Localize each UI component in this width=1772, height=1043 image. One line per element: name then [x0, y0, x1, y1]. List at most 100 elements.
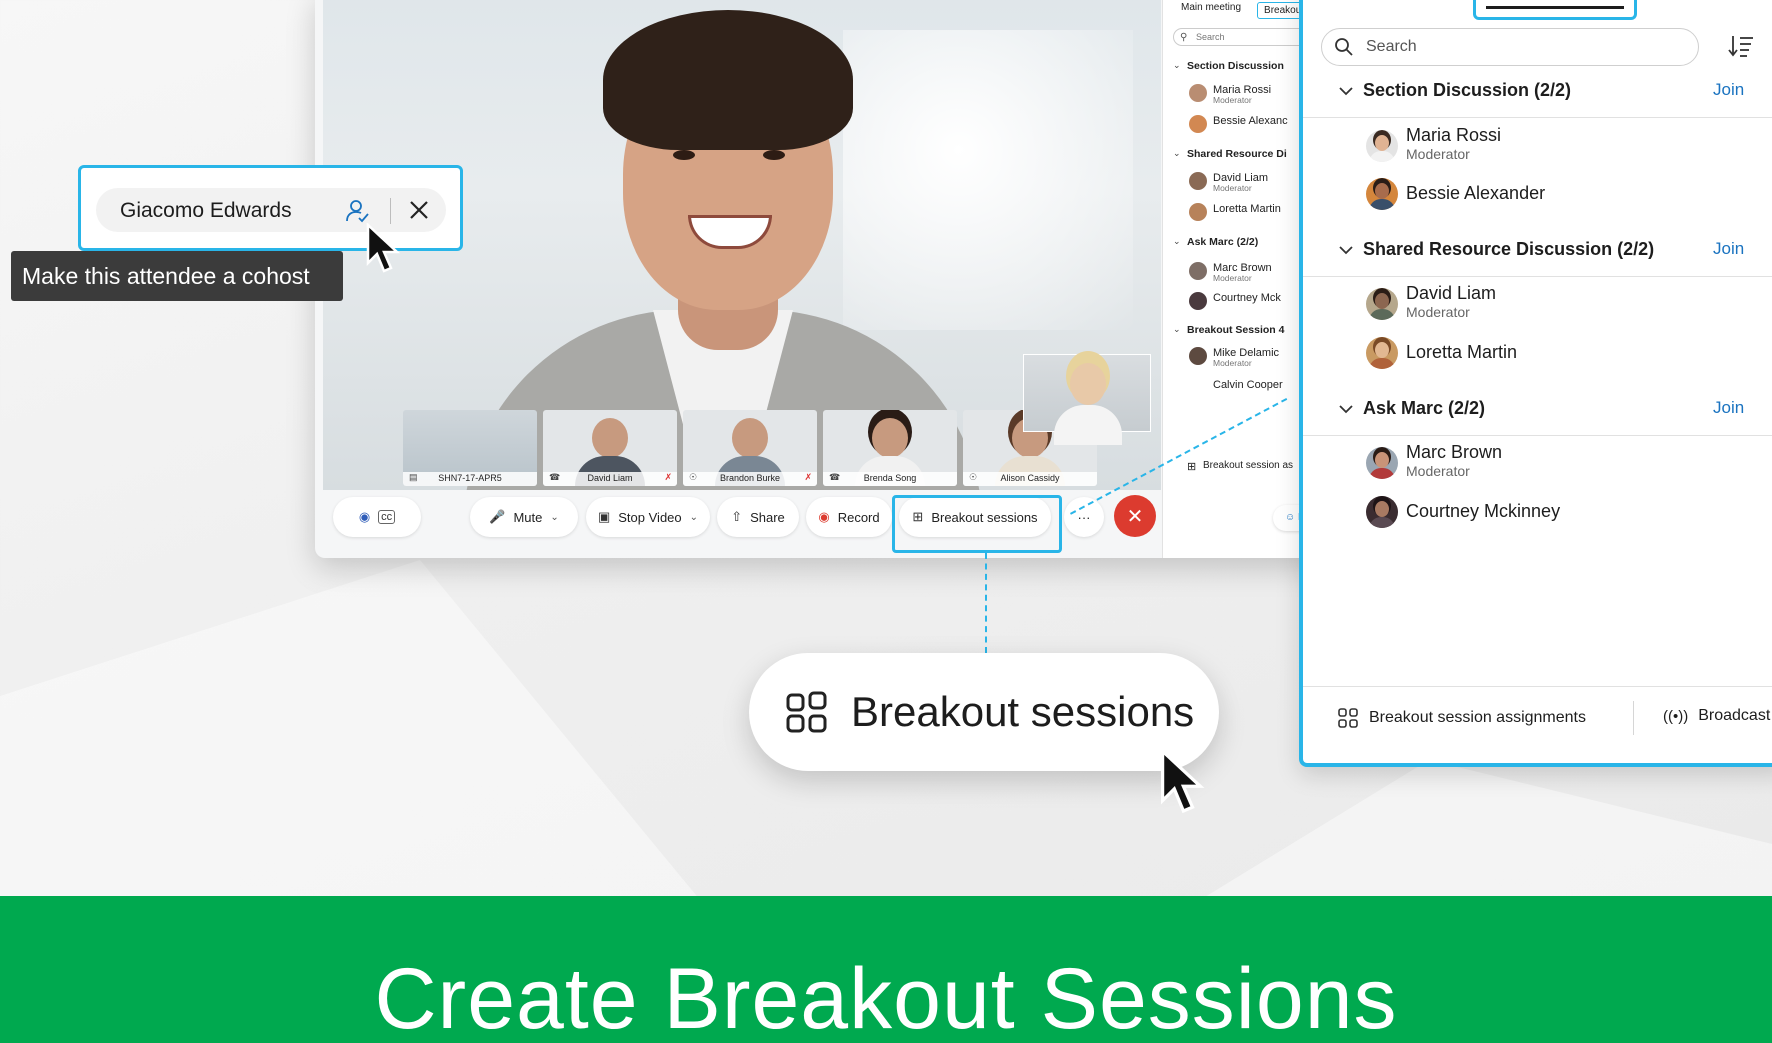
thumb-label: Brenda Song — [863, 473, 917, 483]
captions-icon: cc — [378, 510, 396, 524]
participant-name: Loretta Martin — [1406, 342, 1518, 362]
speaker-eye — [763, 150, 785, 160]
side-group-header[interactable]: ⌄ Section Discussion — [1173, 60, 1284, 72]
participant-name: David Liam — [1406, 283, 1497, 303]
side-participant[interactable]: Marc Brown Moderator — [1189, 262, 1272, 282]
avatar-body — [1369, 468, 1395, 479]
participant-name: Marc Brown — [1406, 442, 1503, 462]
side-participant[interactable]: Loretta Martin — [1189, 203, 1281, 221]
avatar — [1189, 115, 1207, 133]
breakout-participant[interactable]: Maria Rossi Moderator — [1303, 122, 1772, 170]
side-participant[interactable]: Mike Delamic Moderator — [1189, 347, 1279, 367]
breakout-participant[interactable]: Marc Brown Moderator — [1303, 439, 1772, 487]
breakout-participant[interactable]: Loretta Martin — [1303, 329, 1772, 377]
avatar — [1366, 288, 1398, 320]
close-icon[interactable] — [406, 197, 432, 223]
mouse-cursor-icon — [366, 223, 401, 273]
side-group-header[interactable]: ⌄ Ask Marc (2/2) — [1173, 236, 1258, 248]
self-view[interactable] — [1023, 354, 1151, 445]
filmstrip-thumb[interactable]: ☉ Brandon Burke ✗ — [683, 410, 817, 486]
breakout-participant[interactable]: David Liam Moderator — [1303, 280, 1772, 328]
participant-role: Moderator — [1406, 146, 1470, 162]
chevron-down-icon — [1339, 405, 1353, 414]
breakout-group-header[interactable]: Section Discussion (2/2) Join — [1303, 70, 1772, 118]
chevron-down-icon — [1339, 87, 1353, 96]
divider — [1633, 701, 1634, 735]
breakout-tab-active[interactable] — [1473, 0, 1637, 20]
side-search-placeholder: Search — [1196, 32, 1225, 42]
more-options-button[interactable]: ··· — [1064, 497, 1104, 537]
broadcast-button[interactable]: ((•)) Broadcast — [1663, 707, 1770, 725]
breakout-search-input[interactable] — [1321, 28, 1699, 66]
chevron-down-icon — [1339, 246, 1353, 255]
stop-video-button[interactable]: ▣ Stop Video ⌄ — [586, 497, 710, 537]
breakout-grid-icon: ⊞ — [1187, 461, 1197, 473]
side-participant[interactable]: Courtney Mck — [1189, 292, 1281, 310]
avatar-face — [1375, 501, 1389, 517]
search-icon: ⚲ — [1180, 32, 1188, 43]
end-call-button[interactable]: ✕ — [1114, 495, 1156, 537]
mute-button[interactable]: 🎤 Mute ⌄ — [470, 497, 578, 537]
filmstrip-thumb[interactable]: ▤ SHN7-17-APR5 — [403, 410, 537, 486]
tab-main-meeting[interactable]: Main meeting — [1181, 2, 1241, 19]
side-group-header[interactable]: ⌄ Breakout Session 4 — [1173, 324, 1285, 336]
avatar — [1366, 496, 1398, 528]
participant-role: Moderator — [1406, 463, 1470, 479]
participant-name: Courtney Mckinney — [1406, 501, 1561, 521]
breakout-participant[interactable]: Bessie Alexander — [1303, 170, 1772, 218]
side-group-header[interactable]: ⌄ Shared Resource Di — [1173, 148, 1287, 160]
thumb-label: Alison Cassidy — [1000, 473, 1060, 483]
avatar — [1366, 178, 1398, 210]
divider — [1303, 117, 1772, 118]
join-link[interactable]: Join — [1713, 398, 1744, 418]
side-footer-assignments[interactable]: ⊞ Breakout session as — [1187, 460, 1293, 473]
participant-head — [872, 418, 908, 458]
filmstrip: ▤ SHN7-17-APR5 ☎ David Liam ✗ ☉ Brandon … — [403, 410, 1097, 486]
join-link[interactable]: Join — [1713, 80, 1744, 100]
cohost-tooltip: Make this attendee a cohost — [11, 251, 343, 301]
filmstrip-thumb[interactable]: ☎ David Liam ✗ — [543, 410, 677, 486]
avatar-face — [1375, 342, 1389, 358]
participant-body — [1054, 405, 1122, 445]
more-icon: ··· — [1077, 509, 1091, 525]
avatar — [1189, 347, 1207, 365]
avatar-face — [1375, 293, 1389, 309]
side-participant[interactable]: David Liam Moderator — [1189, 172, 1268, 192]
chevron-down-icon: ⌄ — [1173, 148, 1181, 158]
record-button[interactable]: ◉ Record — [806, 497, 892, 537]
breakout-search-field[interactable] — [1366, 38, 1666, 56]
side-participant[interactable]: Bessie Alexanc — [1189, 115, 1288, 133]
mouse-cursor-icon — [1160, 748, 1205, 814]
camera-icon: ▣ — [597, 509, 611, 524]
side-participant[interactable]: Maria Rossi Moderator — [1189, 84, 1271, 104]
participant-name: Bessie Alexander — [1406, 183, 1546, 203]
side-participant-name: Calvin Cooper — [1213, 379, 1283, 391]
avatar-body — [1369, 358, 1395, 369]
close-icon: ✕ — [1126, 505, 1144, 528]
side-group-title: Shared Resource Di — [1187, 148, 1287, 160]
breakout-participant[interactable]: Courtney Mckinney — [1303, 488, 1772, 536]
thumb-label: SHN7-17-APR5 — [438, 473, 502, 483]
filmstrip-thumb[interactable]: ☎ Brenda Song — [823, 410, 957, 486]
breakout-assignments-button[interactable]: Breakout session assignments — [1337, 707, 1586, 729]
background-window — [843, 30, 1133, 330]
assignments-label: Breakout session assignments — [1369, 709, 1586, 726]
avatar-face — [1375, 452, 1389, 468]
share-button[interactable]: ⇧ Share — [717, 497, 799, 537]
record-label: Record — [837, 509, 880, 525]
avatar — [1189, 292, 1207, 310]
user-check-icon[interactable] — [344, 198, 370, 224]
ai-assistant-button[interactable]: ◉ cc — [333, 497, 421, 537]
side-group-title: Breakout Session 4 — [1187, 324, 1285, 336]
breakout-group-header[interactable]: Shared Resource Discussion (2/2) Join — [1303, 229, 1772, 277]
callout-label: Breakout sessions — [851, 688, 1195, 735]
side-participant[interactable]: Calvin Cooper — [1213, 379, 1283, 391]
join-link[interactable]: Join — [1713, 239, 1744, 259]
sort-icon[interactable] — [1727, 32, 1755, 60]
breakout-group-header[interactable]: Ask Marc (2/2) Join — [1303, 388, 1772, 436]
divider — [390, 198, 391, 224]
speaker-eye — [673, 150, 695, 160]
breakout-group-title: Ask Marc (2/2) — [1363, 398, 1486, 418]
avatar-body — [1369, 151, 1395, 162]
broadcast-label: Broadcast — [1698, 707, 1771, 724]
